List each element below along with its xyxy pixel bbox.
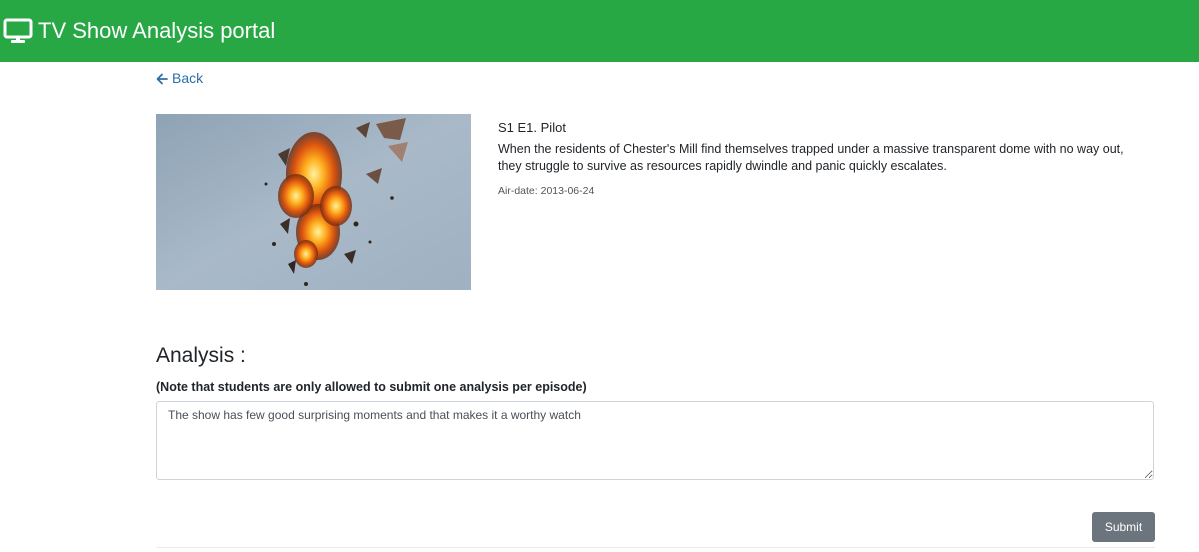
analysis-note: (Note that students are only allowed to … bbox=[156, 380, 587, 394]
episode-description: When the residents of Chester's Mill fin… bbox=[498, 142, 1124, 173]
analysis-heading: Analysis : bbox=[156, 344, 246, 367]
analysis-textarea[interactable]: The show has few good surprising moments… bbox=[156, 401, 1154, 480]
back-label: Back bbox=[172, 70, 204, 86]
episode-airdate: Air-date: 2013-06-24 bbox=[498, 185, 595, 197]
back-link[interactable]: Back bbox=[156, 70, 203, 86]
top-navbar: TV Show Analysis portal bbox=[0, 0, 1199, 62]
divider bbox=[156, 547, 1155, 548]
brand-link[interactable]: TV Show Analysis portal bbox=[3, 18, 275, 44]
arrow-left-icon bbox=[156, 72, 168, 85]
app-title: TV Show Analysis portal bbox=[38, 18, 276, 43]
episode-title: S1 E1. Pilot bbox=[498, 120, 566, 135]
tv-icon bbox=[3, 18, 33, 44]
episode-thumbnail bbox=[156, 114, 471, 290]
submit-button[interactable]: Submit bbox=[1092, 512, 1155, 542]
episode-info: S1 E1. Pilot When the residents of Chest… bbox=[498, 120, 1148, 197]
